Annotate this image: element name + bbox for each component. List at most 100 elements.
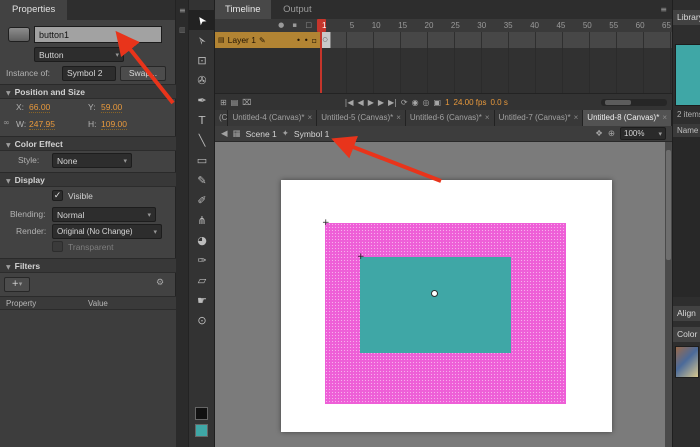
- doc-tab-untitled-6[interactable]: Untitled-6 (Canvas)*×: [406, 110, 495, 126]
- section-display[interactable]: ▼Display: [0, 172, 176, 187]
- timeline-scrollbar[interactable]: [601, 99, 667, 106]
- tab-align[interactable]: Align: [673, 306, 700, 321]
- doc-tab-1[interactable]: (Canvas)*×: [215, 110, 228, 126]
- layer1-frames-row[interactable]: ○: [320, 32, 672, 48]
- pencil-tool[interactable]: ✎: [189, 170, 215, 190]
- w-value[interactable]: 247.95: [29, 119, 55, 130]
- first-frame-icon[interactable]: |◀: [345, 98, 354, 107]
- pen-tool[interactable]: ✒: [189, 90, 215, 110]
- properties-panel-menu-icon[interactable]: ≡: [179, 6, 186, 15]
- stroke-color-swatch[interactable]: [195, 407, 208, 420]
- h-label: H:: [88, 119, 97, 129]
- tab-output[interactable]: Output: [273, 0, 322, 19]
- layer-visibility-lock-outline-icons[interactable]: ● ▪ □: [278, 19, 315, 32]
- library-name-column[interactable]: Name: [673, 124, 700, 137]
- new-layer-icon[interactable]: ⊞: [220, 98, 227, 107]
- hand-tool[interactable]: ☛: [189, 290, 215, 310]
- h-value[interactable]: 109.00: [101, 119, 127, 130]
- edit-multiple-frames-icon[interactable]: ▣: [434, 98, 442, 107]
- tab-color[interactable]: Color: [673, 327, 700, 342]
- add-filter-button[interactable]: +▾: [4, 277, 30, 292]
- back-icon[interactable]: ◀: [221, 129, 228, 139]
- fill-color-swatch[interactable]: [195, 424, 208, 437]
- timeline-scrollbar-thumb[interactable]: [605, 100, 631, 105]
- frames-empty-area: [320, 48, 672, 93]
- free-transform-tool[interactable]: ⊡: [189, 50, 215, 70]
- paint-bucket-tool[interactable]: ◕: [189, 230, 215, 250]
- doc-tab-untitled-7[interactable]: Untitled-7 (Canvas)*×: [495, 110, 584, 126]
- ruler-frame-50: 50: [566, 19, 592, 32]
- line-tool[interactable]: ╲: [189, 130, 215, 150]
- timeline-frames-area: 1 5 10 15 20 25 30 35 40 45 50 55 60 65 …: [320, 19, 672, 93]
- breadcrumb-scene[interactable]: Scene 1: [246, 129, 277, 139]
- doc-tab-untitled-5[interactable]: Untitled-5 (Canvas)*×: [317, 110, 406, 126]
- library-list-area[interactable]: [673, 137, 700, 297]
- stage-vertical-scrollbar[interactable]: [665, 142, 672, 447]
- section-filters[interactable]: ▼Filters: [0, 258, 176, 273]
- symbol-type-dropdown[interactable]: Button ▾: [34, 47, 124, 62]
- instance-name-input[interactable]: [34, 26, 162, 43]
- tab-library[interactable]: Library: [673, 10, 700, 25]
- zoom-select[interactable]: 100% ▾: [620, 127, 666, 140]
- rectangle-tool[interactable]: ▭: [189, 150, 215, 170]
- transformation-point[interactable]: [431, 290, 438, 297]
- bone-tool[interactable]: ⋔: [189, 210, 215, 230]
- blending-dropdown[interactable]: Normal ▾: [52, 207, 156, 222]
- visible-checkbox[interactable]: ✓: [52, 190, 63, 201]
- frame-ruler[interactable]: 1 5 10 15 20 25 30 35 40 45 50 55 60 65: [320, 19, 672, 32]
- style-dropdown[interactable]: None ▾: [52, 153, 132, 168]
- frame-rate-value[interactable]: 24.00 fps: [454, 98, 487, 107]
- edit-symbols-icon[interactable]: ❖: [595, 129, 603, 139]
- doc-tab-untitled-8[interactable]: Untitled-8 (Canvas)*×: [583, 110, 672, 126]
- layer-lock-dot-icon[interactable]: •: [304, 36, 309, 45]
- section-position-and-size[interactable]: ▼Position and Size: [0, 84, 176, 99]
- onion-skin-outlines-icon[interactable]: ◎: [423, 98, 430, 107]
- doc-tab-untitled-4[interactable]: Untitled-4 (Canvas)*×: [228, 110, 317, 126]
- stage-scrollbar-thumb[interactable]: [666, 150, 671, 260]
- tab-properties[interactable]: Properties: [0, 0, 67, 20]
- eyedropper-tool[interactable]: ✑: [189, 250, 215, 270]
- filter-options-gear-icon[interactable]: ⚙: [156, 278, 164, 288]
- stage-pasteboard[interactable]: + +: [215, 142, 672, 447]
- brush-tool[interactable]: ✐: [189, 190, 215, 210]
- layer-outline-color-icon[interactable]: ▫: [312, 36, 317, 45]
- selection-tool[interactable]: ➤: [189, 10, 215, 30]
- close-icon[interactable]: ×: [396, 110, 401, 126]
- new-folder-icon[interactable]: ▤: [231, 98, 239, 107]
- transparent-checkbox[interactable]: [52, 241, 63, 252]
- section-color-effect[interactable]: ▼Color Effect: [0, 136, 176, 151]
- layer-type-icon: ▤: [218, 36, 225, 44]
- link-width-height-icon[interactable]: ∞: [3, 118, 10, 127]
- close-icon[interactable]: ×: [485, 110, 490, 126]
- layer-row-layer1[interactable]: ▤ Layer 1 ✎ • • ▫: [215, 32, 320, 48]
- loop-icon[interactable]: ⟳: [401, 98, 408, 107]
- close-icon[interactable]: ×: [574, 110, 579, 126]
- eraser-tool[interactable]: ▱: [189, 270, 215, 290]
- close-icon[interactable]: ×: [662, 110, 667, 126]
- swap-button[interactable]: Swap...: [120, 66, 166, 81]
- stage-canvas[interactable]: + +: [281, 180, 612, 432]
- w-label: W:: [16, 119, 26, 129]
- prev-frame-icon[interactable]: ◀: [358, 98, 364, 107]
- lasso-tool[interactable]: ✇: [189, 70, 215, 90]
- breadcrumb-symbol[interactable]: Symbol 1: [294, 129, 329, 139]
- tab-timeline[interactable]: Timeline: [215, 0, 271, 19]
- timeline-status-bar: ⊞ ▤ ⌧ |◀ ◀ ▶ ▶ ▶| ⟳ ◉ ◎ ▣ 1 24.00 fps 0.…: [215, 93, 672, 110]
- render-dropdown[interactable]: Original (No Change) ▾: [52, 224, 162, 239]
- onion-skin-icon[interactable]: ◉: [412, 98, 419, 107]
- x-value[interactable]: 66.00: [29, 102, 50, 113]
- timeline-panel-menu-icon[interactable]: ≡: [660, 5, 667, 14]
- delete-layer-icon[interactable]: ⌧: [242, 98, 251, 107]
- next-frame-icon[interactable]: ▶: [378, 98, 384, 107]
- layer-visible-dot-icon[interactable]: •: [296, 36, 301, 45]
- y-value[interactable]: 59.00: [101, 102, 122, 113]
- center-frame-icon[interactable]: ⊕: [608, 129, 615, 139]
- ruler-frame-30: 30: [461, 19, 487, 32]
- last-frame-icon[interactable]: ▶|: [388, 98, 397, 107]
- teal-rectangle-shape[interactable]: [360, 257, 511, 353]
- text-tool[interactable]: T: [189, 110, 215, 130]
- zoom-tool[interactable]: ⊙: [189, 310, 215, 330]
- subselection-tool[interactable]: ➢: [189, 30, 215, 50]
- close-icon[interactable]: ×: [308, 110, 313, 126]
- play-icon[interactable]: ▶: [368, 98, 374, 107]
